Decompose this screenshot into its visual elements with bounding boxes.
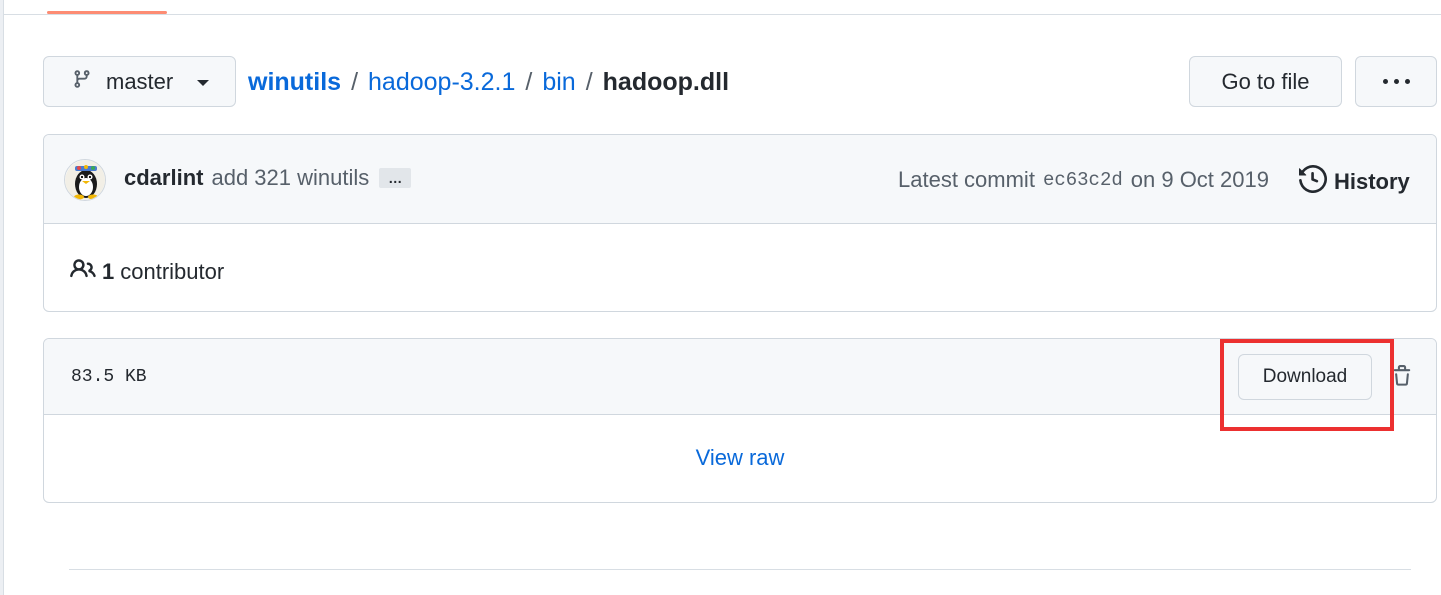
contributor-count: 1: [102, 259, 115, 284]
people-icon: [70, 256, 96, 288]
page: master winutils / hadoop-3.2.1 / bin / h…: [0, 0, 1441, 595]
expand-commit-message-button[interactable]: …: [379, 168, 412, 188]
contributor-label: contributor: [120, 259, 225, 284]
commit-summary: cdarlint add 321 winutils …: [124, 165, 412, 191]
commit-meta: Latest commit ec63c2d on 9 Oct 2019: [898, 167, 1269, 193]
avatar[interactable]: [64, 159, 106, 201]
file-header: 83.5 KB Download: [44, 339, 1436, 415]
commit-author-link[interactable]: cdarlint: [124, 165, 203, 191]
file-viewer-box: 83.5 KB Download View raw: [43, 338, 1437, 503]
history-label: History: [1334, 169, 1410, 194]
breadcrumb-current-file: hadoop.dll: [602, 67, 730, 96]
repo-tab-strip: [4, 0, 1441, 15]
latest-commit-label: Latest commit: [898, 167, 1035, 192]
breadcrumb-dir-link-hadoop[interactable]: hadoop-3.2.1: [368, 68, 515, 97]
active-tab-indicator: [47, 11, 167, 14]
download-button[interactable]: Download: [1238, 354, 1372, 400]
trash-icon[interactable]: [1391, 363, 1413, 394]
breadcrumb: winutils / hadoop-3.2.1 / bin / hadoop.d…: [248, 62, 729, 102]
breadcrumb-separator: /: [585, 67, 593, 96]
breadcrumb-separator: /: [525, 67, 533, 96]
commit-header: cdarlint add 321 winutils … Latest commi…: [44, 135, 1436, 224]
window-left-edge: [0, 0, 4, 595]
git-branch-icon: [72, 67, 92, 97]
more-options-button[interactable]: [1355, 56, 1437, 107]
commit-sha-link[interactable]: ec63c2d: [1043, 169, 1123, 191]
file-size: 83.5 KB: [71, 367, 147, 387]
history-link[interactable]: History: [1299, 164, 1410, 199]
breadcrumb-repo-link[interactable]: winutils: [248, 68, 341, 97]
branch-select-button[interactable]: master: [43, 56, 236, 107]
contributors-summary[interactable]: 1 contributor: [70, 256, 224, 288]
history-icon: [1299, 164, 1328, 199]
breadcrumb-dir-link-bin[interactable]: bin: [542, 68, 575, 97]
divider: [69, 569, 1411, 570]
caret-down-icon: [197, 79, 210, 86]
latest-commit-box: cdarlint add 321 winutils … Latest commi…: [43, 134, 1437, 312]
kebab-horizontal-icon: [1382, 79, 1410, 84]
commit-message-link[interactable]: add 321 winutils: [211, 165, 369, 191]
go-to-file-button[interactable]: Go to file: [1189, 56, 1342, 107]
view-raw-link[interactable]: View raw: [44, 445, 1436, 471]
breadcrumb-separator: /: [351, 67, 359, 96]
branch-name: master: [106, 68, 174, 94]
commit-date: on 9 Oct 2019: [1130, 167, 1269, 192]
